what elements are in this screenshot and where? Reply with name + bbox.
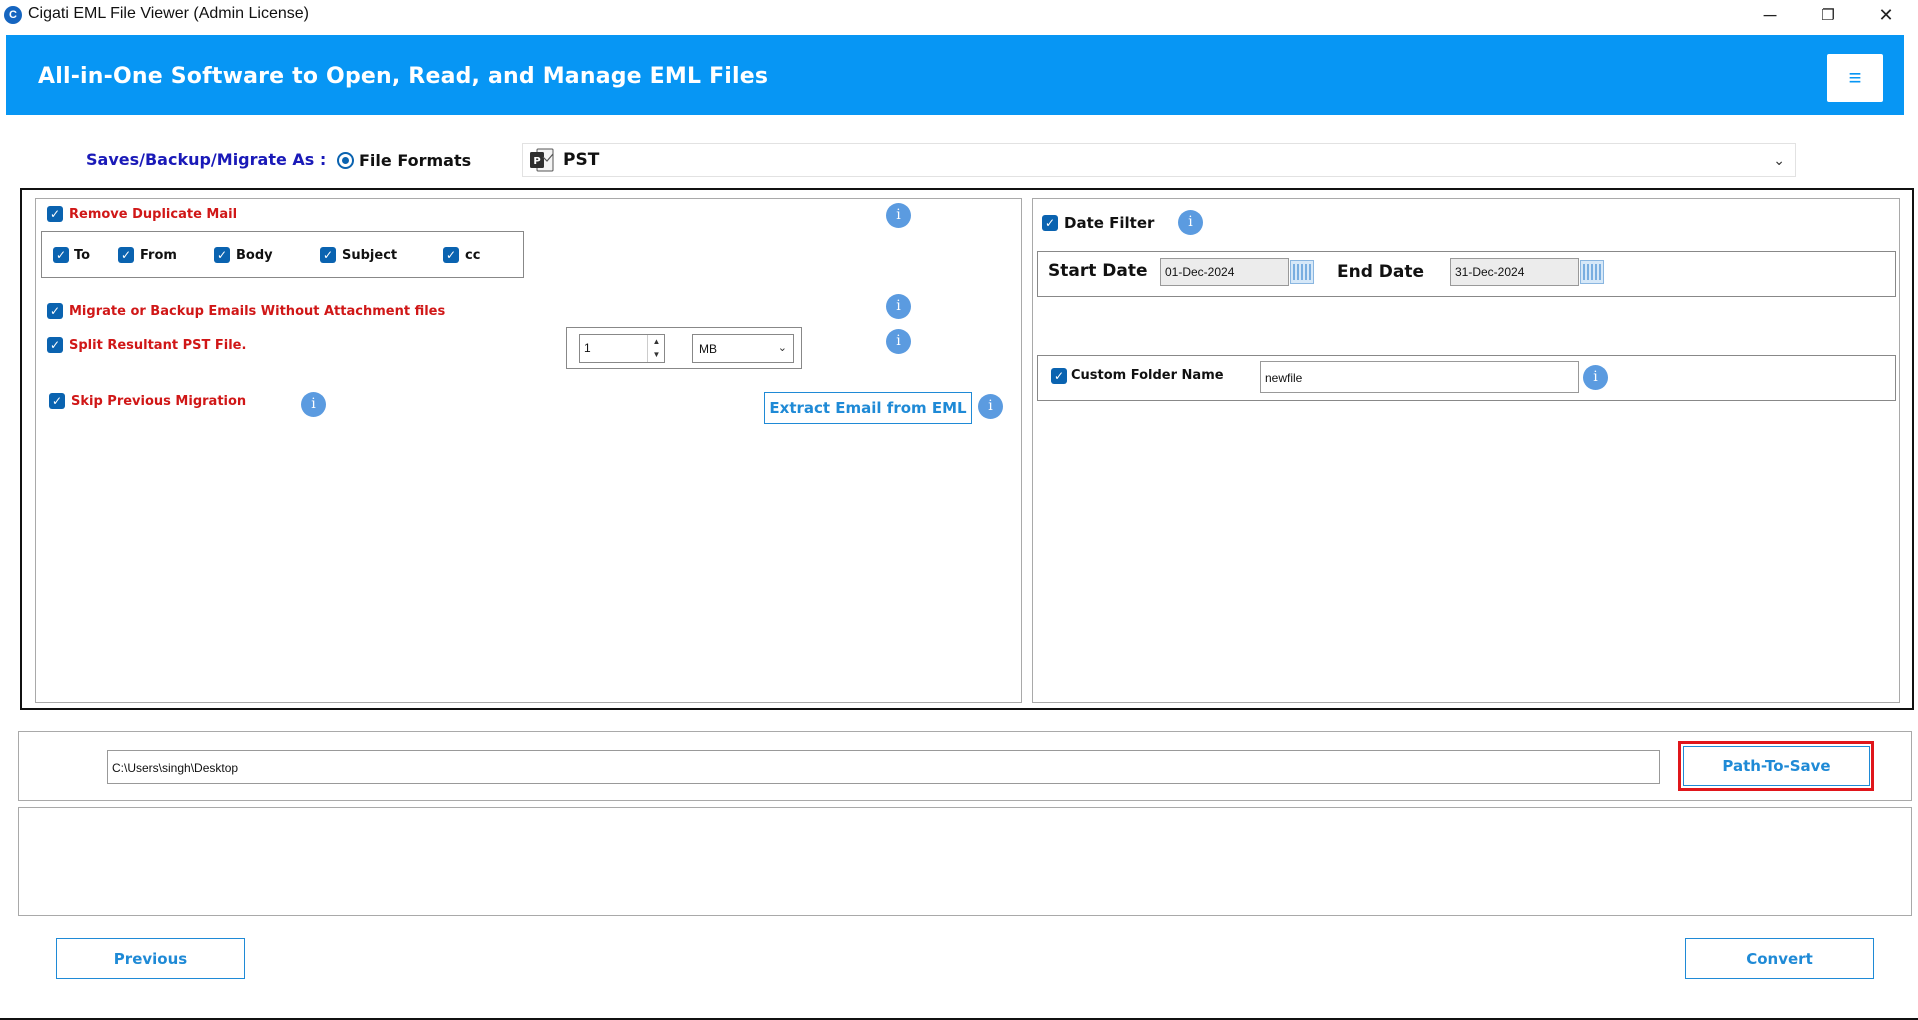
calendar-icon[interactable] xyxy=(1290,260,1314,284)
date-filter-label: Date Filter xyxy=(1064,214,1155,232)
date-filter-checkbox[interactable]: ✓ xyxy=(1042,215,1058,231)
subject-label: Subject xyxy=(342,248,398,263)
info-icon[interactable]: i xyxy=(1178,210,1203,235)
end-date-input[interactable]: 31-Dec-2024 xyxy=(1450,258,1579,286)
chevron-down-icon: ⌄ xyxy=(1773,152,1785,168)
split-size-stepper[interactable]: 1 ▲ ▼ xyxy=(579,334,665,363)
skip-previous-checkbox[interactable]: ✓ xyxy=(49,393,65,409)
hamburger-menu-button[interactable]: ≡ xyxy=(1827,54,1883,102)
calendar-icon[interactable] xyxy=(1580,260,1604,284)
from-checkbox[interactable]: ✓ xyxy=(118,247,134,263)
info-icon[interactable]: i xyxy=(886,203,911,228)
file-formats-radio[interactable] xyxy=(337,152,354,169)
spin-buttons[interactable]: ▲ ▼ xyxy=(647,335,665,362)
start-date-input[interactable]: 01-Dec-2024 xyxy=(1160,258,1289,286)
custom-folder-label: Custom Folder Name xyxy=(1071,368,1224,383)
info-icon[interactable]: i xyxy=(978,394,1003,419)
from-label: From xyxy=(140,248,177,263)
to-checkbox[interactable]: ✓ xyxy=(53,247,69,263)
previous-button[interactable]: Previous xyxy=(56,938,245,979)
split-pst-label: Split Resultant PST File. xyxy=(69,338,247,353)
body-label: Body xyxy=(236,248,273,263)
to-label: To xyxy=(74,248,91,263)
split-pst-checkbox[interactable]: ✓ xyxy=(47,337,63,353)
remove-duplicate-label: Remove Duplicate Mail xyxy=(69,207,238,222)
split-unit-value: MB xyxy=(699,342,717,356)
saves-as-label: Saves/Backup/Migrate As : xyxy=(86,150,327,169)
app-logo-icon: C xyxy=(4,6,22,24)
without-attachment-checkbox[interactable]: ✓ xyxy=(47,303,63,319)
chevron-down-icon: ⌄ xyxy=(777,342,787,354)
restore-button[interactable]: ❐ xyxy=(1799,0,1857,30)
path-to-save-button[interactable]: Path-To-Save xyxy=(1683,746,1870,786)
subject-checkbox[interactable]: ✓ xyxy=(320,247,336,263)
file-formats-label[interactable]: File Formats xyxy=(359,151,471,170)
save-path-input[interactable]: C:\Users\singh\Desktop xyxy=(107,750,1660,784)
header-title: All-in-One Software to Open, Read, and M… xyxy=(38,64,769,89)
without-attachment-label: Migrate or Backup Emails Without Attachm… xyxy=(69,304,446,319)
custom-folder-input[interactable]: newfile xyxy=(1260,361,1579,393)
pst-format-icon: P xyxy=(530,148,554,172)
remove-duplicate-checkbox[interactable]: ✓ xyxy=(47,206,63,222)
split-size-group: 1 ▲ ▼ MB ⌄ xyxy=(566,327,802,369)
info-icon[interactable]: i xyxy=(886,329,911,354)
cc-label: cc xyxy=(465,248,481,263)
split-unit-dropdown[interactable]: MB ⌄ xyxy=(692,334,794,363)
close-button[interactable]: ✕ xyxy=(1857,0,1915,30)
body-checkbox[interactable]: ✓ xyxy=(214,247,230,263)
status-log-area xyxy=(18,807,1912,916)
svg-text:P: P xyxy=(533,156,540,167)
minimize-button[interactable]: ─ xyxy=(1741,0,1799,30)
format-dropdown[interactable]: P PST ⌄ xyxy=(522,143,1796,177)
extract-email-button[interactable]: Extract Email from EML xyxy=(764,392,972,424)
cc-checkbox[interactable]: ✓ xyxy=(443,247,459,263)
skip-previous-label: Skip Previous Migration xyxy=(71,394,247,409)
info-icon[interactable]: i xyxy=(886,294,911,319)
format-dropdown-value: PST xyxy=(563,150,600,170)
end-date-label: End Date xyxy=(1337,262,1425,282)
custom-folder-checkbox[interactable]: ✓ xyxy=(1051,368,1067,384)
hamburger-icon: ≡ xyxy=(1848,65,1862,90)
window-title: Cigati EML File Viewer (Admin License) xyxy=(28,5,309,22)
info-icon[interactable]: i xyxy=(301,392,326,417)
start-date-label: Start Date xyxy=(1048,261,1148,281)
info-icon[interactable]: i xyxy=(1583,365,1608,390)
split-size-value: 1 xyxy=(584,341,591,355)
header-banner: All-in-One Software to Open, Read, and M… xyxy=(6,35,1904,115)
convert-button[interactable]: Convert xyxy=(1685,938,1874,979)
